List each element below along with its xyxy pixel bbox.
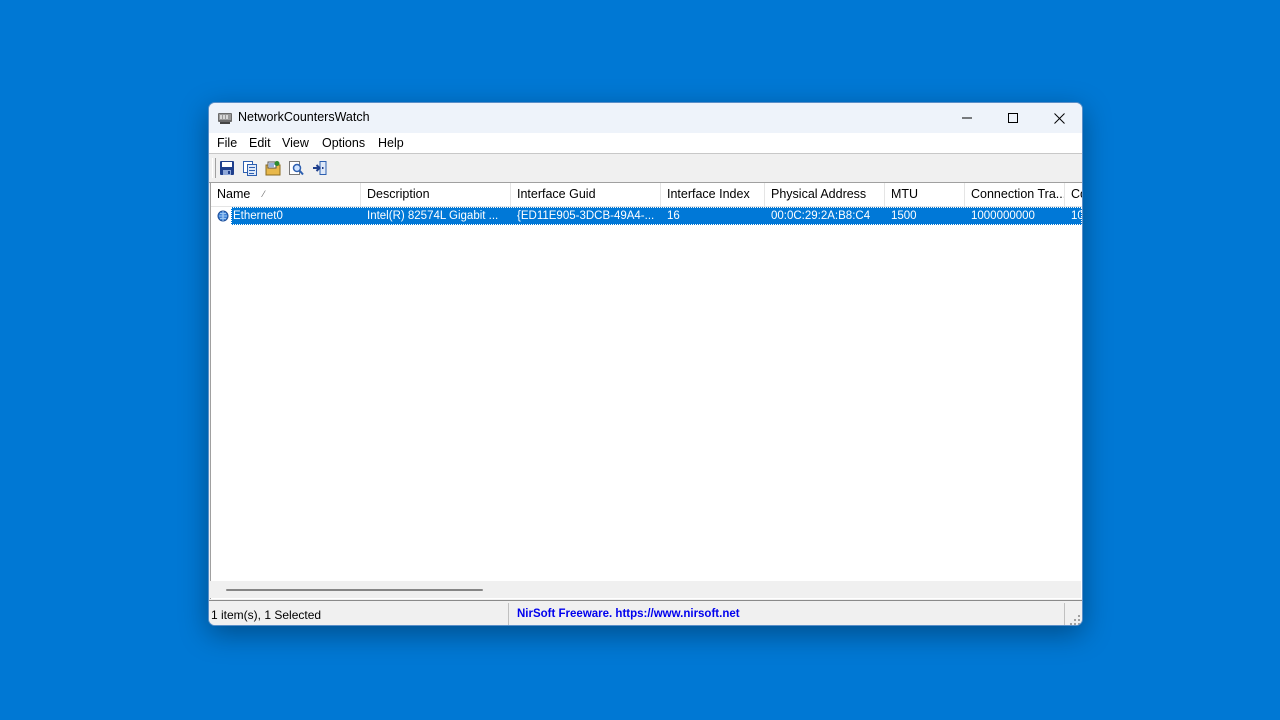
cell-mtu: 1500: [891, 210, 917, 222]
minimize-icon: [962, 117, 972, 119]
status-divider: [508, 603, 509, 625]
table-row[interactable]: Ethernet0 Intel(R) 82574L Gigabit ... {E…: [211, 207, 1082, 225]
find-icon: [289, 161, 304, 176]
status-item-count: 1 item(s), 1 Selected: [211, 608, 322, 622]
counters-list[interactable]: Name ⁄ Description Interface Guid Interf…: [210, 183, 1082, 599]
close-icon: [1053, 112, 1065, 124]
horizontal-scrollbar[interactable]: [210, 581, 1081, 598]
cell-connection-speed: 1000000000: [971, 210, 1035, 222]
column-header-mtu[interactable]: MTU: [885, 183, 965, 206]
list-header: Name ⁄ Description Interface Guid Interf…: [211, 183, 1082, 207]
cell-name: Ethernet0: [233, 210, 283, 222]
properties-icon: [265, 161, 281, 176]
save-icon: [220, 161, 234, 175]
app-window: NetworkCountersWatch File Edit View Opti…: [208, 102, 1083, 626]
menu-edit[interactable]: Edit: [248, 136, 272, 150]
column-header-label: Interface Index: [667, 187, 750, 201]
column-header-interface-index[interactable]: Interface Index: [661, 183, 765, 206]
find-button[interactable]: [285, 158, 307, 178]
toolbar: [209, 154, 1082, 183]
column-header-label: Interface Guid: [517, 187, 596, 201]
column-header-more[interactable]: Co: [1065, 183, 1082, 206]
resize-grip-icon[interactable]: [1070, 614, 1080, 625]
window-title: NetworkCountersWatch: [238, 110, 370, 124]
exit-icon: [313, 161, 327, 175]
nirsoft-link[interactable]: NirSoft Freeware. https://www.nirsoft.ne…: [517, 608, 740, 620]
menu-bar: File Edit View Options Help: [209, 133, 1082, 154]
minimize-button[interactable]: [944, 103, 990, 133]
cell-guid: {ED11E905-3DCB-49A4-...: [517, 210, 655, 222]
column-header-interface-guid[interactable]: Interface Guid: [511, 183, 661, 206]
title-bar[interactable]: NetworkCountersWatch: [209, 103, 1082, 133]
maximize-button[interactable]: [990, 103, 1036, 133]
close-button[interactable]: [1036, 103, 1082, 133]
app-network-icon: [217, 110, 233, 126]
cell-index: 16: [667, 210, 680, 222]
menu-view[interactable]: View: [281, 136, 310, 150]
exit-button[interactable]: [309, 158, 331, 178]
copy-icon: [243, 161, 257, 176]
save-button[interactable]: [216, 158, 238, 178]
column-header-name[interactable]: Name ⁄: [211, 183, 361, 206]
column-header-connection-transmit[interactable]: Connection Tra...: [965, 183, 1065, 206]
properties-button[interactable]: [262, 158, 284, 178]
column-header-label: Co: [1071, 187, 1082, 201]
column-header-label: MTU: [891, 187, 919, 201]
status-divider: [1064, 603, 1065, 625]
copy-button[interactable]: [239, 158, 261, 178]
menu-options[interactable]: Options: [321, 136, 366, 150]
column-header-label: Description: [367, 187, 430, 201]
scrollbar-thumb[interactable]: [226, 589, 483, 591]
menu-file[interactable]: File: [216, 136, 238, 150]
cell-physical-address: 00:0C:29:2A:B8:C4: [771, 210, 871, 222]
column-header-label: Connection Tra...: [971, 187, 1065, 201]
status-bar: 1 item(s), 1 Selected NirSoft Freeware. …: [209, 600, 1082, 625]
cell-description: Intel(R) 82574L Gigabit ...: [367, 210, 499, 222]
cell-extra: 10: [1071, 210, 1082, 222]
column-header-label: Physical Address: [771, 187, 867, 201]
menu-help[interactable]: Help: [377, 136, 405, 150]
sort-ascending-icon: ⁄: [263, 189, 265, 199]
maximize-icon: [1008, 113, 1018, 123]
column-header-description[interactable]: Description: [361, 183, 511, 206]
column-header-physical-address[interactable]: Physical Address: [765, 183, 885, 206]
column-header-label: Name: [217, 187, 251, 201]
